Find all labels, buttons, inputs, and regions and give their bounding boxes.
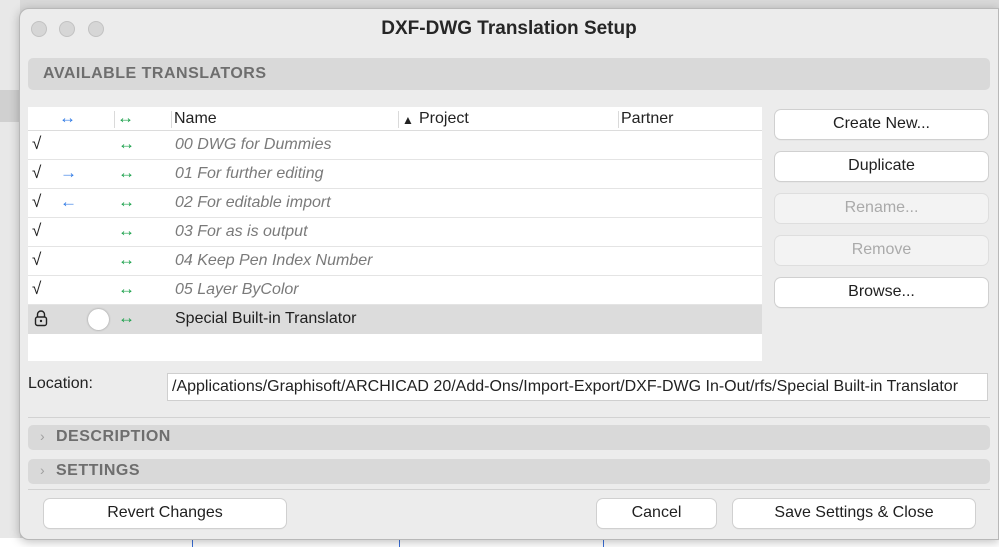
translator-row[interactable]: √ ← ↔ 02 For editable import <box>28 189 762 218</box>
settings-label: SETTINGS <box>56 462 141 479</box>
checkmark-icon: √ <box>32 163 42 182</box>
sort-ascending-icon: ▲ <box>402 113 414 127</box>
title-bar[interactable]: DXF-DWG Translation Setup <box>20 9 998 49</box>
translator-name: 02 For editable import <box>175 194 331 211</box>
checkmark-icon: √ <box>32 250 42 269</box>
chevron-right-icon: › <box>40 428 46 444</box>
checkmark-icon: √ <box>32 221 42 240</box>
list-header: ↔ ↔ Name ▲ Project Partner <box>28 107 762 131</box>
column-separator <box>114 111 115 128</box>
lock-icon <box>34 309 48 332</box>
translator-name: 01 For further editing <box>175 165 324 182</box>
duplicate-button[interactable]: Duplicate <box>775 152 988 181</box>
translator-name: 04 Keep Pen Index Number <box>175 252 373 269</box>
translator-name: 03 For as is output <box>175 223 308 240</box>
background-app-edge <box>0 0 20 547</box>
direction-column-icon[interactable]: ↔ <box>59 108 76 128</box>
translator-row-selected[interactable]: ↔ Special Built-in Translator <box>28 305 762 334</box>
location-field[interactable]: /Applications/Graphisoft/ARCHICAD 20/Add… <box>167 373 988 401</box>
column-separator <box>398 111 399 128</box>
translator-row[interactable]: √ ↔ 00 DWG for Dummies <box>28 131 762 160</box>
checkmark-icon: √ <box>32 134 42 153</box>
description-section-header[interactable]: › DESCRIPTION <box>28 425 990 450</box>
translation-setup-dialog: DXF-DWG Translation Setup AVAILABLE TRAN… <box>19 8 999 540</box>
toggle-knob[interactable] <box>88 309 109 330</box>
arrow-right-icon: → <box>60 163 77 182</box>
revert-changes-button[interactable]: Revert Changes <box>44 499 286 528</box>
arrow-left-icon: ← <box>60 192 77 211</box>
section-divider <box>28 417 990 418</box>
location-label: Location: <box>28 375 93 392</box>
column-separator <box>171 111 172 128</box>
save-settings-close-button[interactable]: Save Settings & Close <box>733 499 975 528</box>
bidirectional-arrow-icon: ↔ <box>118 250 135 269</box>
bidirectional-arrow-icon: ↔ <box>118 308 135 327</box>
footer-divider <box>28 489 990 490</box>
translator-row[interactable]: √ ↔ 04 Keep Pen Index Number <box>28 247 762 276</box>
bidirectional-column-icon[interactable]: ↔ <box>117 108 134 128</box>
translator-row[interactable]: √ ↔ 05 Layer ByColor <box>28 276 762 305</box>
settings-section-header[interactable]: › SETTINGS <box>28 459 990 484</box>
column-separator <box>618 111 619 128</box>
translator-name: 00 DWG for Dummies <box>175 136 332 153</box>
name-column-header[interactable]: Name <box>174 110 217 128</box>
translator-name: 05 Layer ByColor <box>175 281 299 298</box>
bidirectional-arrow-icon: ↔ <box>118 192 135 211</box>
bidirectional-arrow-icon: ↔ <box>118 279 135 298</box>
rename-button[interactable]: Rename... <box>775 194 988 223</box>
project-column-header[interactable]: Project <box>419 110 469 128</box>
background-app-band <box>0 90 20 122</box>
bidirectional-arrow-icon: ↔ <box>118 221 135 240</box>
translators-list[interactable]: ↔ ↔ Name ▲ Project Partner √ ↔ 00 DWG fo… <box>28 107 762 361</box>
cancel-button[interactable]: Cancel <box>597 499 716 528</box>
translator-row[interactable]: √ ↔ 03 For as is output <box>28 218 762 247</box>
bidirectional-arrow-icon: ↔ <box>118 134 135 153</box>
bidirectional-arrow-icon: ↔ <box>118 163 135 182</box>
browse-button[interactable]: Browse... <box>775 278 988 307</box>
checkmark-icon: √ <box>32 192 42 211</box>
remove-button[interactable]: Remove <box>775 236 988 265</box>
available-translators-header: AVAILABLE TRANSLATORS <box>28 58 990 90</box>
chevron-right-icon: › <box>40 462 46 478</box>
translator-row[interactable]: √ → ↔ 01 For further editing <box>28 160 762 189</box>
translator-name: Special Built-in Translator <box>175 310 357 327</box>
window-title: DXF-DWG Translation Setup <box>381 18 637 39</box>
partner-column-header[interactable]: Partner <box>621 110 673 128</box>
create-new-button[interactable]: Create New... <box>775 110 988 139</box>
description-label: DESCRIPTION <box>56 428 171 445</box>
checkmark-icon: √ <box>32 279 42 298</box>
